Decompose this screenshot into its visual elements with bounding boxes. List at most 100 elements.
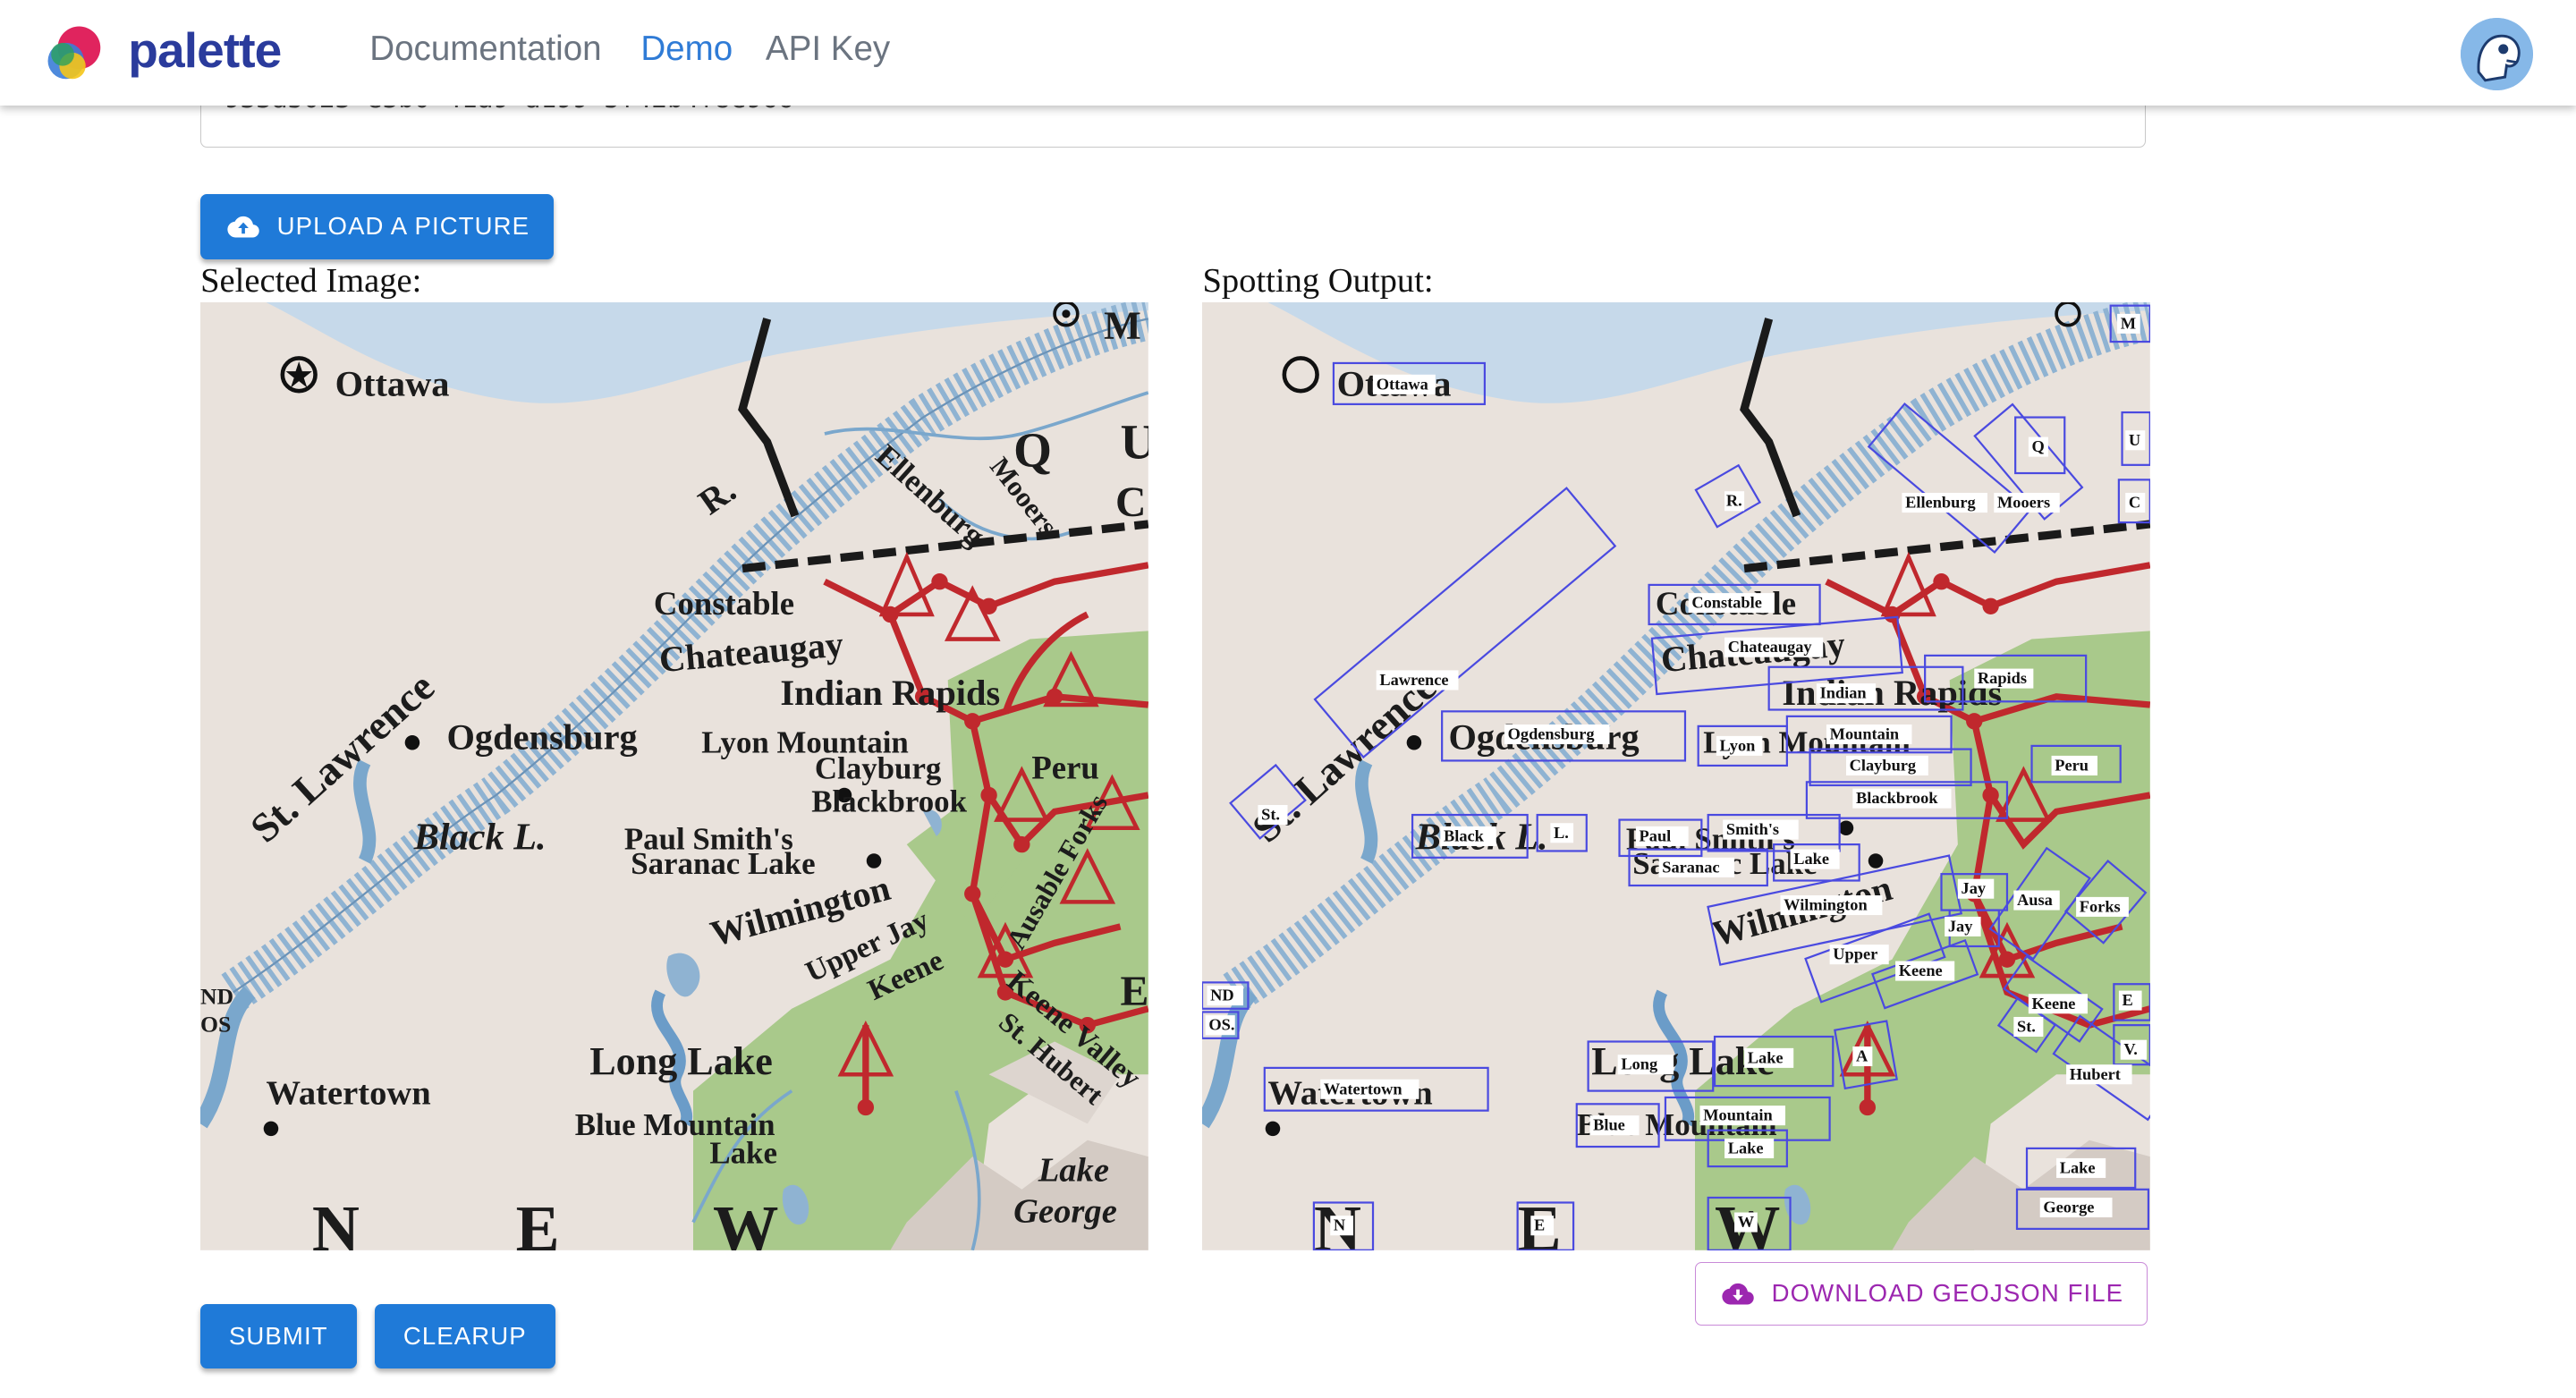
svg-text:Ottawa: Ottawa bbox=[1377, 375, 1428, 393]
svg-text:W: W bbox=[1738, 1213, 1755, 1231]
svg-text:Paul: Paul bbox=[1640, 826, 1672, 844]
svg-text:Lake: Lake bbox=[1794, 850, 1830, 868]
svg-text:Watertown: Watertown bbox=[267, 1074, 431, 1112]
selected-image-caption: Selected Image: bbox=[200, 262, 422, 301]
svg-text:N: N bbox=[312, 1192, 360, 1250]
selected-map: Ottawa St. Lawrence R. Ellenburg Mooers … bbox=[200, 301, 1148, 1250]
svg-text:Q: Q bbox=[1013, 423, 1052, 478]
svg-text:Lake: Lake bbox=[1748, 1048, 1784, 1066]
svg-text:Hubert: Hubert bbox=[2070, 1065, 2122, 1083]
svg-text:Lake: Lake bbox=[709, 1135, 777, 1170]
svg-text:Clayburg: Clayburg bbox=[1850, 756, 1916, 774]
svg-text:Q: Q bbox=[2032, 437, 2045, 455]
brand-name[interactable]: palette bbox=[128, 21, 282, 79]
svg-text:Lawrence: Lawrence bbox=[1380, 671, 1449, 689]
svg-text:Constable: Constable bbox=[1692, 594, 1763, 612]
download-geojson-button[interactable]: DOWNLOAD GEOJSON FILE bbox=[1695, 1261, 2148, 1326]
spotting-output-image: Ottawa St. Lawrence Constable Chateaugay… bbox=[1202, 301, 2151, 1250]
svg-text:E: E bbox=[2123, 991, 2133, 1009]
svg-text:E: E bbox=[1121, 968, 1148, 1015]
svg-text:Ogdensburg: Ogdensburg bbox=[447, 717, 638, 758]
svg-text:Long: Long bbox=[1622, 1055, 1658, 1073]
svg-text:Rapids: Rapids bbox=[1978, 669, 2027, 687]
svg-text:Wilmington: Wilmington bbox=[1784, 896, 1868, 914]
upload-picture-button[interactable]: UPLOAD A PICTURE bbox=[200, 193, 554, 260]
svg-text:Forks: Forks bbox=[2080, 897, 2121, 915]
selected-image: Ottawa St. Lawrence R. Ellenburg Mooers … bbox=[200, 301, 1148, 1250]
svg-text:Ottawa: Ottawa bbox=[335, 364, 450, 404]
submit-button-label: SUBMIT bbox=[228, 1322, 328, 1351]
nav-demo[interactable]: Demo bbox=[640, 30, 733, 69]
svg-text:Jay: Jay bbox=[1948, 917, 1973, 935]
svg-text:Long Lake: Long Lake bbox=[589, 1039, 773, 1083]
svg-text:Ellenburg: Ellenburg bbox=[1906, 494, 1977, 512]
svg-text:Saranac: Saranac bbox=[1663, 858, 1720, 876]
svg-text:Lake: Lake bbox=[1728, 1139, 1764, 1157]
nav-api-key[interactable]: API Key bbox=[766, 30, 890, 69]
svg-text:L.: L. bbox=[1555, 824, 1570, 842]
svg-text:Blue: Blue bbox=[1594, 1116, 1626, 1134]
svg-text:OS.: OS. bbox=[1209, 1016, 1235, 1034]
svg-text:Mooers: Mooers bbox=[1997, 494, 2050, 512]
svg-text:Peru: Peru bbox=[2055, 756, 2089, 774]
spotting-map: Ottawa St. Lawrence Constable Chateaugay… bbox=[1202, 301, 2151, 1250]
svg-text:N: N bbox=[1334, 1216, 1346, 1234]
svg-text:V.: V. bbox=[2124, 1040, 2138, 1058]
svg-text:Saranac Lake: Saranac Lake bbox=[631, 846, 815, 881]
svg-text:Mountain: Mountain bbox=[1830, 724, 1900, 742]
svg-text:George: George bbox=[2044, 1198, 2095, 1216]
avatar-icon[interactable] bbox=[2461, 18, 2534, 91]
app-bar: palette Documentation Demo API Key bbox=[0, 0, 2576, 106]
svg-text:E: E bbox=[516, 1192, 560, 1250]
spotting-output-caption: Spotting Output: bbox=[1202, 262, 1434, 301]
svg-text:St.: St. bbox=[1262, 805, 1281, 823]
svg-text:Clayburg: Clayburg bbox=[815, 751, 942, 786]
submit-button[interactable]: SUBMIT bbox=[200, 1304, 357, 1368]
svg-text:ND: ND bbox=[1211, 987, 1235, 1004]
svg-text:M: M bbox=[2121, 314, 2136, 332]
svg-text:St.: St. bbox=[2017, 1017, 2036, 1035]
svg-text:Constable: Constable bbox=[654, 585, 794, 622]
cloud-download-icon bbox=[1722, 1283, 1754, 1305]
svg-text:ND: ND bbox=[200, 983, 233, 1009]
svg-text:Jay: Jay bbox=[1962, 879, 1987, 897]
svg-text:Indian Rapids: Indian Rapids bbox=[1783, 673, 2003, 713]
svg-text:M: M bbox=[1104, 303, 1141, 347]
download-button-label: DOWNLOAD GEOJSON FILE bbox=[1771, 1279, 2124, 1308]
svg-text:Upper: Upper bbox=[1834, 945, 1878, 963]
svg-text:Chateaugay: Chateaugay bbox=[1728, 638, 1812, 656]
svg-text:Peru: Peru bbox=[1031, 750, 1098, 786]
svg-text:Ogdensburg: Ogdensburg bbox=[1508, 724, 1595, 742]
svg-text:Indian: Indian bbox=[1820, 684, 1867, 702]
svg-text:Black L.: Black L. bbox=[413, 817, 547, 859]
svg-text:Lyon: Lyon bbox=[1720, 736, 1756, 754]
svg-text:C: C bbox=[1115, 479, 1146, 526]
svg-text:Watertown: Watertown bbox=[1324, 1080, 1402, 1097]
svg-text:Lake: Lake bbox=[1038, 1152, 1109, 1190]
svg-text:Blackbrook: Blackbrook bbox=[811, 784, 967, 818]
svg-text:OS: OS bbox=[200, 1011, 231, 1037]
svg-text:U: U bbox=[1121, 414, 1148, 469]
svg-text:C: C bbox=[2129, 494, 2140, 512]
svg-text:A: A bbox=[1856, 1046, 1868, 1064]
palette-logo-icon[interactable] bbox=[43, 21, 112, 84]
svg-text:Ausa: Ausa bbox=[2017, 891, 2053, 909]
svg-text:Black: Black bbox=[1444, 826, 1485, 844]
svg-text:Smith's: Smith's bbox=[1726, 820, 1779, 838]
clearup-button-label: CLEARUP bbox=[402, 1322, 527, 1351]
svg-text:Keene: Keene bbox=[1899, 962, 1943, 979]
cloud-upload-icon bbox=[227, 216, 259, 238]
nav-documentation[interactable]: Documentation bbox=[369, 30, 601, 69]
clearup-button[interactable]: CLEARUP bbox=[374, 1304, 555, 1368]
svg-text:Blackbrook: Blackbrook bbox=[1856, 789, 1938, 807]
svg-text:U: U bbox=[2129, 431, 2140, 449]
svg-text:Keene: Keene bbox=[2032, 995, 2076, 1012]
svg-text:Lake: Lake bbox=[2060, 1158, 2096, 1176]
svg-text:Mountain: Mountain bbox=[1704, 1106, 1774, 1124]
svg-text:R.: R. bbox=[1726, 492, 1742, 510]
upload-button-label: UPLOAD A PICTURE bbox=[276, 212, 530, 241]
svg-text:W: W bbox=[713, 1192, 778, 1250]
svg-text:Indian Rapids: Indian Rapids bbox=[780, 673, 1000, 713]
svg-text:George: George bbox=[1013, 1192, 1117, 1230]
svg-text:E: E bbox=[1534, 1216, 1545, 1234]
